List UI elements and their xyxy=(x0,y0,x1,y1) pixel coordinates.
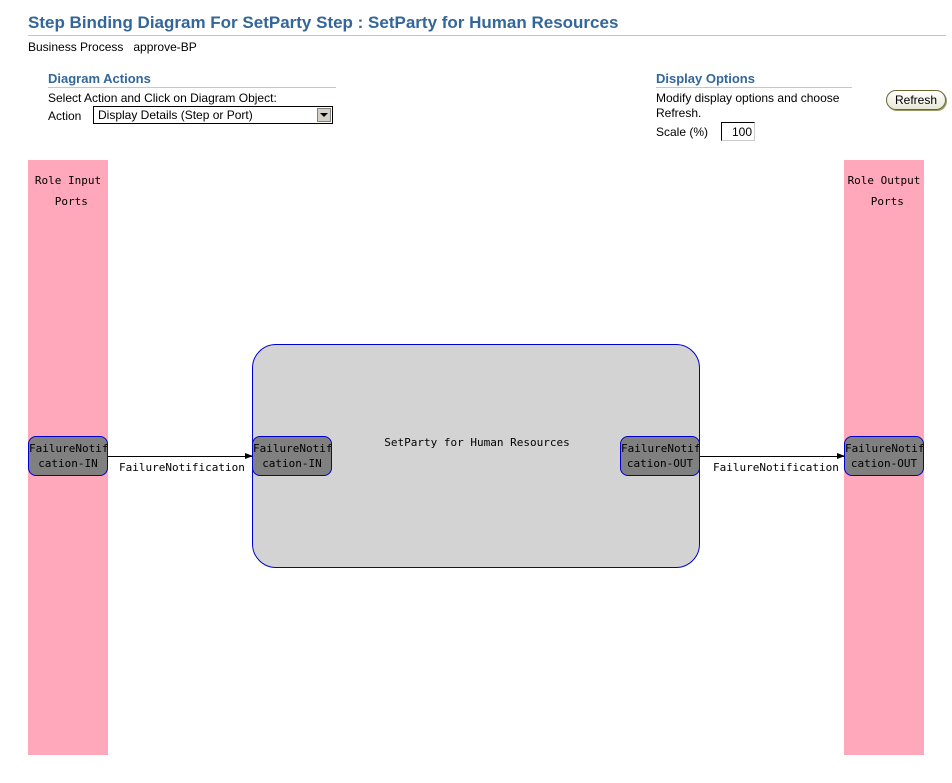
step-input-port[interactable]: FailureNotifi cation-IN xyxy=(252,436,332,476)
scale-input[interactable] xyxy=(721,122,755,141)
port-label-line2: cation-OUT xyxy=(626,457,694,470)
refresh-button[interactable]: Refresh xyxy=(886,90,946,110)
display-options-instruction-line1: Modify display options and choose xyxy=(656,91,840,105)
page-title: Step Binding Diagram For SetParty Step :… xyxy=(28,13,619,32)
display-options-instruction-line2: Refresh. xyxy=(656,106,702,120)
input-connection-label: FailureNotification xyxy=(119,461,245,474)
arrowhead-icon xyxy=(837,453,845,459)
action-label: Action xyxy=(48,109,82,123)
role-output-port[interactable]: FailureNotifi cation-OUT xyxy=(844,436,924,476)
diagram-actions-instruction: Select Action and Click on Diagram Objec… xyxy=(48,91,277,105)
role-input-ports-label: Role Input Ports xyxy=(34,174,102,208)
input-connection-arrow[interactable] xyxy=(108,453,253,459)
business-process-label: Business Process xyxy=(28,40,124,54)
display-options-divider xyxy=(656,87,852,88)
role-output-ports-label: Role Output Ports xyxy=(847,174,921,208)
action-select[interactable]: Display Details (Step or Port) xyxy=(93,106,333,124)
step-output-port[interactable]: FailureNotifi cation-OUT xyxy=(620,436,700,476)
port-label-line2: cation-IN xyxy=(262,457,322,470)
output-connection-label: FailureNotification xyxy=(713,461,839,474)
role-input-port[interactable]: FailureNotifi cation-IN xyxy=(28,436,108,476)
business-process-value: approve-BP xyxy=(133,40,197,54)
port-label-line2: cation-IN xyxy=(38,457,98,470)
scale-label: Scale (%) xyxy=(656,125,709,139)
port-label-line2: cation-OUT xyxy=(850,457,918,470)
action-select-value: Display Details (Step or Port) xyxy=(98,108,253,122)
diagram-actions-heading: Diagram Actions xyxy=(48,71,151,86)
title-divider xyxy=(28,35,946,36)
arrowhead-icon xyxy=(245,453,253,459)
port-label-line1: FailureNotifi xyxy=(253,442,332,455)
business-process-row: Business Process approve-BP xyxy=(28,40,197,54)
display-options-heading: Display Options xyxy=(656,71,755,86)
diagram-actions-divider xyxy=(48,87,336,88)
port-label-line1: FailureNotifi xyxy=(29,442,108,455)
output-connection-arrow[interactable] xyxy=(700,453,845,459)
port-label-line1: FailureNotifi xyxy=(845,442,924,455)
dropdown-arrow-icon[interactable] xyxy=(317,108,331,122)
port-label-line1: FailureNotifi xyxy=(621,442,700,455)
